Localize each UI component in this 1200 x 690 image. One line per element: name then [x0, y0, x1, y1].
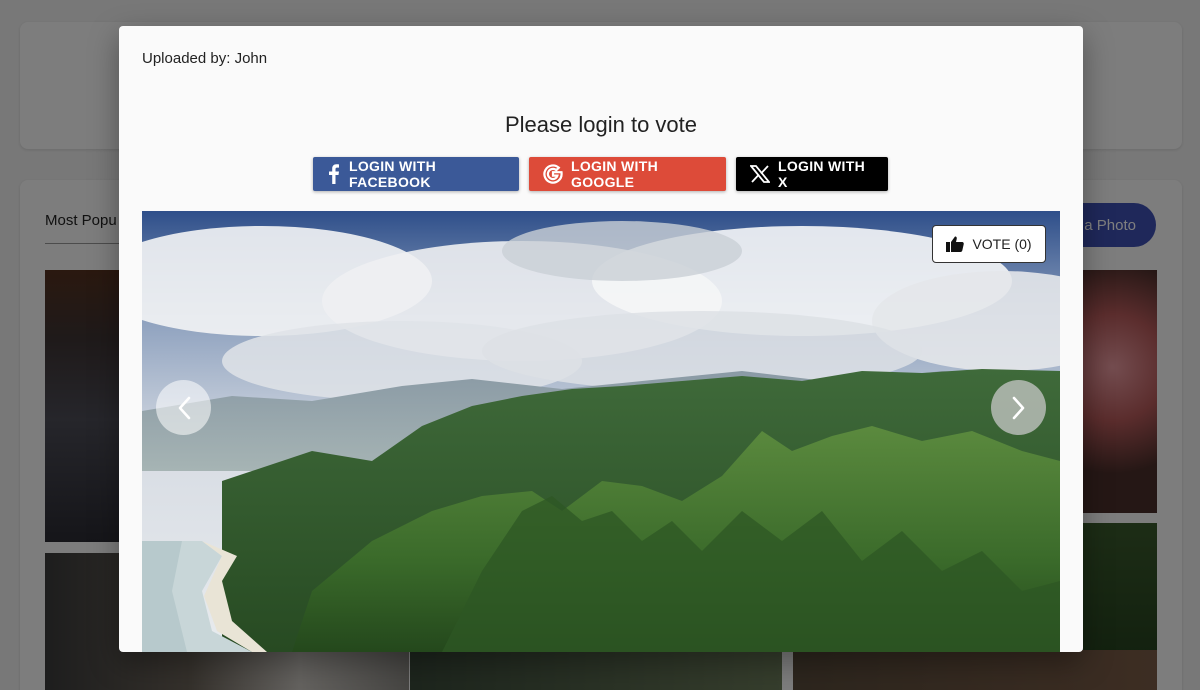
login-google-label: LOGIN WITH GOOGLE [571, 158, 658, 190]
login-google-button[interactable]: LOGIN WITH GOOGLE [529, 157, 726, 191]
previous-photo-button[interactable] [156, 380, 211, 435]
mountain-photo: VOTE (0) [142, 211, 1060, 652]
chevron-left-icon [178, 396, 190, 419]
facebook-icon [329, 164, 339, 184]
uploaded-by-text: Uploaded by: John [142, 50, 268, 67]
login-facebook-button[interactable]: LOGIN WITH FACEBOOK [313, 157, 519, 191]
mountain-landscape-image [142, 211, 1060, 652]
thumbs-up-icon [946, 236, 965, 252]
login-facebook-label: LOGIN WITH FACEBOOK [349, 158, 436, 190]
photo-modal: Uploaded by: John Please login to vote L… [119, 26, 1083, 652]
login-x-button[interactable]: LOGIN WITH X [736, 157, 888, 191]
login-prompt: Please login to vote [504, 112, 698, 137]
vote-label: VOTE (0) [972, 236, 1032, 252]
google-icon [543, 164, 563, 184]
chevron-right-icon [1012, 396, 1024, 419]
vote-button[interactable]: VOTE (0) [932, 225, 1046, 263]
login-x-label: LOGIN WITH X [778, 158, 865, 190]
next-photo-button[interactable] [991, 380, 1046, 435]
x-logo-icon [750, 165, 770, 183]
login-buttons: LOGIN WITH FACEBOOK LOGIN WITH GOOGLE LO… [313, 157, 888, 191]
